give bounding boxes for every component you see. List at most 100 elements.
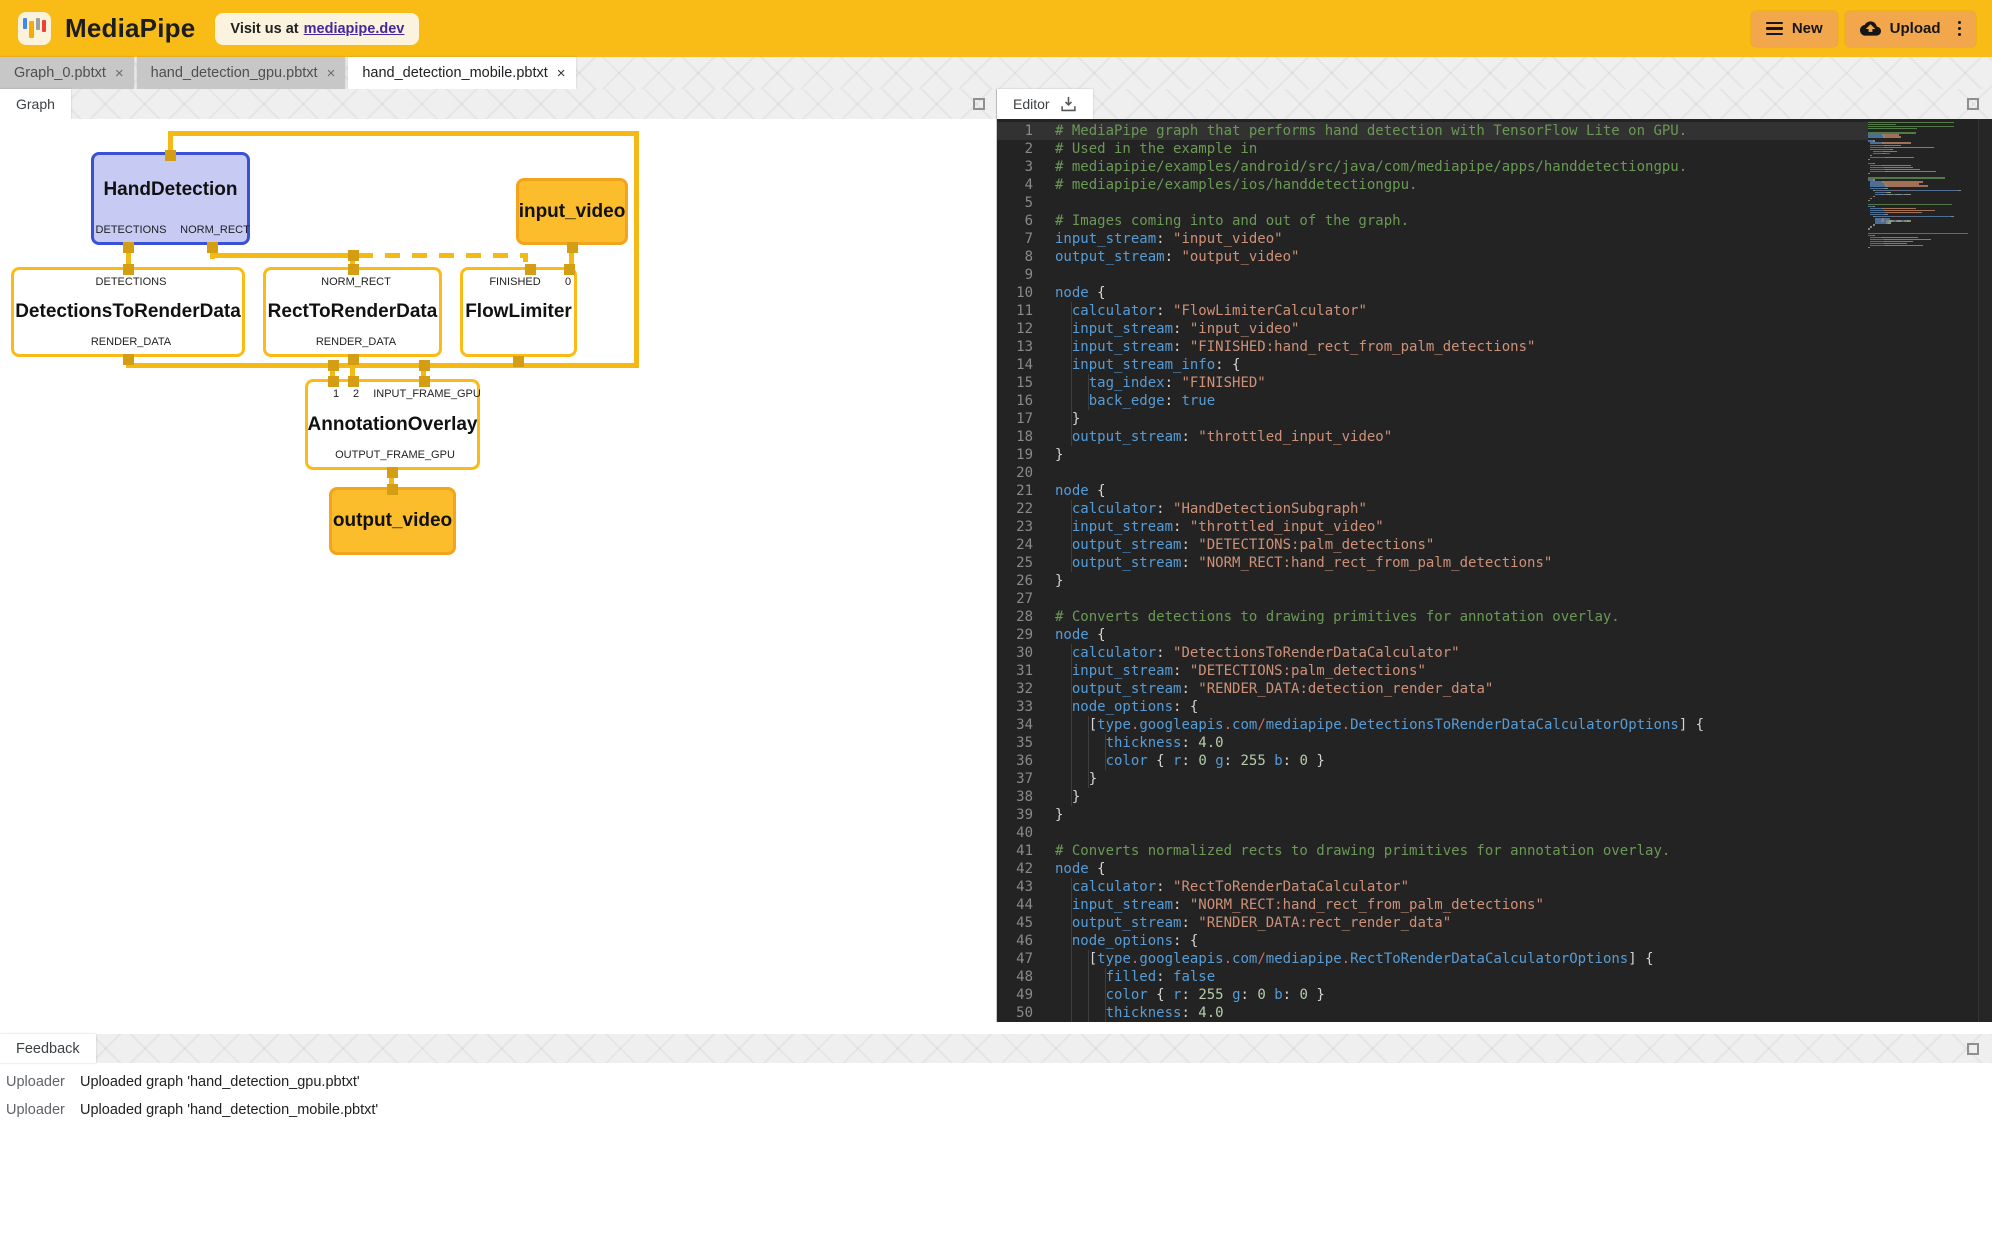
port-label: 0 xyxy=(565,276,571,288)
code-token: : xyxy=(1165,393,1182,409)
code-line: 13 input_stream: "FINISHED:hand_rect_fro… xyxy=(997,338,1868,356)
code-line: 17 } xyxy=(997,410,1868,428)
visit-link-pill[interactable]: Visit us at mediapipe.dev xyxy=(215,13,419,45)
minimap-token xyxy=(1885,136,1901,137)
code-token: } xyxy=(1072,411,1080,427)
code-token: : xyxy=(1181,915,1198,931)
graph-node-DetectionsToRenderData[interactable]: DetectionsToRenderDataDETECTIONSRENDER_D… xyxy=(11,267,245,357)
feedback-expand-icon[interactable] xyxy=(1967,1043,1979,1055)
minimap-token xyxy=(1870,226,1872,227)
graph-node-output_video[interactable]: output_video xyxy=(329,487,456,555)
minimap-token xyxy=(1868,200,1870,201)
code-token: input_stream xyxy=(1072,339,1173,355)
code-line: 25 output_stream: "NORM_RECT:hand_rect_f… xyxy=(997,554,1868,572)
indent-guide xyxy=(1071,500,1072,518)
code-token: color xyxy=(1106,753,1148,769)
file-tab-bar: Graph_0.pbtxt×hand_detection_gpu.pbtxt×h… xyxy=(0,57,1992,89)
graph-node-input_video[interactable]: input_video xyxy=(516,178,628,245)
port-label: DETECTIONS xyxy=(96,276,167,288)
code-token: 255 xyxy=(1241,753,1266,769)
graph-node-RectToRenderData[interactable]: RectToRenderDataNORM_RECTRENDER_DATA xyxy=(263,267,442,357)
line-number: 29 xyxy=(997,626,1047,644)
code-text: output_stream: "DETECTIONS:palm_detectio… xyxy=(1047,536,1868,554)
minimap-token xyxy=(1888,171,1936,172)
code-token: true xyxy=(1181,393,1215,409)
code-token: node_options xyxy=(1072,699,1173,715)
graph-expand-icon[interactable] xyxy=(973,98,985,110)
file-tab[interactable]: hand_detection_gpu.pbtxt× xyxy=(137,57,346,89)
close-tab-icon[interactable]: × xyxy=(327,66,336,81)
graph-canvas[interactable]: HandDetectionDETECTIONSNORM_RECT input_vi… xyxy=(0,119,996,1022)
code-line: 4# mediapipie/examples/ios/handdetection… xyxy=(997,176,1868,194)
code-token: : { xyxy=(1173,699,1198,715)
code-text: } xyxy=(1047,572,1868,590)
graph-edge-joint xyxy=(387,484,398,495)
code-token: / xyxy=(1257,951,1265,967)
code-token: . xyxy=(1224,717,1232,733)
code-token: "RENDER_DATA:detection_render_data" xyxy=(1198,681,1493,697)
editor-scrollbar[interactable] xyxy=(1978,119,1992,1022)
code-token: node_options xyxy=(1072,933,1173,949)
code-token: node xyxy=(1055,285,1089,301)
line-number: 22 xyxy=(997,500,1047,518)
code-token: calculator xyxy=(1072,303,1156,319)
code-token: input_stream_info xyxy=(1072,357,1215,373)
close-tab-icon[interactable]: × xyxy=(557,66,566,81)
mediapipe-dev-link[interactable]: mediapipe.dev xyxy=(304,21,405,37)
port-label: RENDER_DATA xyxy=(316,336,396,348)
file-tab[interactable]: Graph_0.pbtxt× xyxy=(0,57,134,89)
code-text: tag_index: "FINISHED" xyxy=(1047,374,1868,392)
minimap-token xyxy=(1900,216,1910,217)
minimap[interactable] xyxy=(1868,122,1975,249)
file-tab[interactable]: hand_detection_mobile.pbtxt× xyxy=(348,57,575,89)
indent-guide xyxy=(1088,716,1089,734)
code-text: # Used in the example in xyxy=(1047,140,1868,158)
code-line: 33 node_options: { xyxy=(997,698,1868,716)
code-token: . xyxy=(1224,951,1232,967)
code-token xyxy=(1266,753,1274,769)
minimap-token xyxy=(1868,173,1870,174)
graph-node-AnnotationOverlay[interactable]: AnnotationOverlay12INPUT_FRAME_GPUOUTPUT… xyxy=(305,379,480,470)
close-tab-icon[interactable]: × xyxy=(115,66,124,81)
code-text: output_stream: "RENDER_DATA:rect_render_… xyxy=(1047,914,1868,932)
graph-node-FlowLimiter[interactable]: FlowLimiterFINISHED0 xyxy=(460,267,577,357)
code-line: 39} xyxy=(997,806,1868,824)
editor-expand-icon[interactable] xyxy=(1967,98,1979,110)
minimap-token xyxy=(1870,171,1885,172)
tab-editor[interactable]: Editor xyxy=(997,89,1093,119)
code-token: } xyxy=(1055,573,1063,589)
node-title: FlowLimiter xyxy=(465,301,572,323)
graph-panel: Graph HandDetectionDETECTIONSNORM_RECT in… xyxy=(0,89,996,1022)
code-token: : xyxy=(1156,969,1173,985)
code-token: ] { xyxy=(1679,717,1704,733)
code-editor[interactable]: 1# MediaPipe graph that performs hand de… xyxy=(997,119,1992,1022)
code-line: 20 xyxy=(997,464,1868,482)
node-title: output_video xyxy=(333,510,452,532)
code-token: # mediapipie/examples/android/src/java/c… xyxy=(1055,159,1687,175)
graph-edge-joint xyxy=(123,354,134,365)
upload-button[interactable]: Upload xyxy=(1845,11,1976,47)
indent-guide xyxy=(1071,518,1072,536)
download-icon[interactable] xyxy=(1060,96,1077,113)
kebab-menu-icon[interactable] xyxy=(1954,21,1962,37)
code-text: output_stream: "NORM_RECT:hand_rect_from… xyxy=(1047,554,1868,572)
graph-edge-joint xyxy=(165,150,176,161)
editor-tab-label: Editor xyxy=(1013,96,1050,112)
new-button[interactable]: New xyxy=(1751,11,1838,47)
code-token: # mediapipie/examples/ios/handdetectiong… xyxy=(1055,177,1417,193)
code-line: 29node { xyxy=(997,626,1868,644)
code-token: 0 xyxy=(1198,753,1206,769)
line-number: 6 xyxy=(997,212,1047,230)
code-token: "HandDetectionSubgraph" xyxy=(1173,501,1367,517)
graph-node-HandDetection[interactable]: HandDetectionDETECTIONSNORM_RECT xyxy=(91,152,250,245)
tab-feedback[interactable]: Feedback xyxy=(0,1034,96,1063)
code-token: } xyxy=(1308,987,1325,1003)
code-token: mediapipe xyxy=(1266,717,1342,733)
line-number: 42 xyxy=(997,860,1047,878)
code-text: node_options: { xyxy=(1047,698,1868,716)
graph-edge xyxy=(210,253,355,258)
code-token: : { xyxy=(1173,933,1198,949)
code-text: } xyxy=(1047,788,1868,806)
tab-graph[interactable]: Graph xyxy=(0,89,71,119)
code-token: "NORM_RECT:hand_rect_from_palm_detection… xyxy=(1190,897,1544,913)
